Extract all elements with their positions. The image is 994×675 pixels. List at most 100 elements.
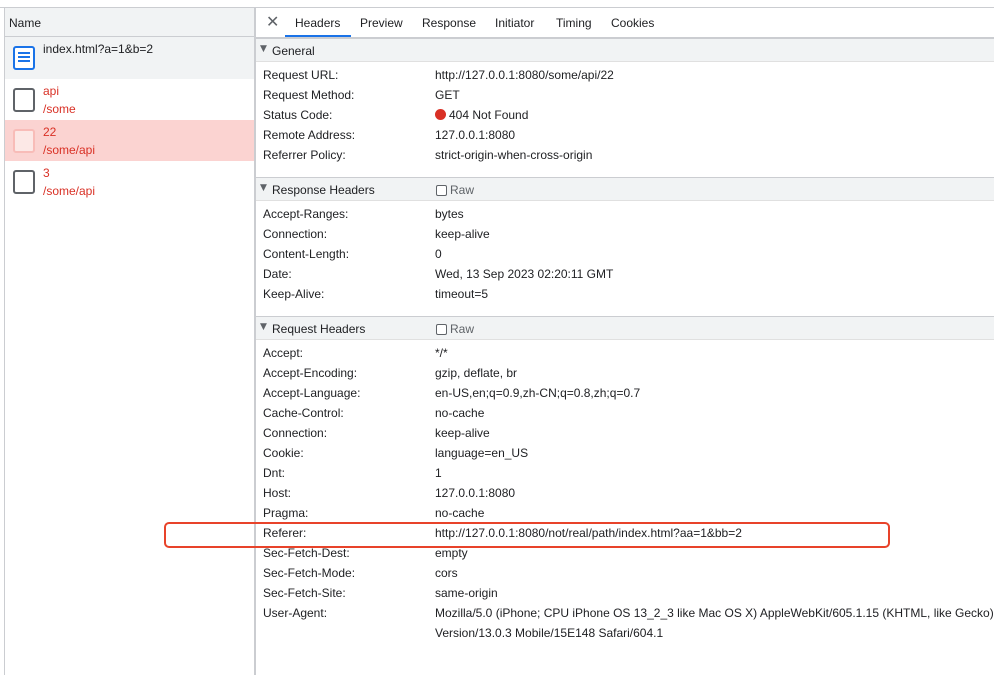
header-key: Content-Length: bbox=[263, 247, 350, 261]
document-icon bbox=[13, 46, 35, 70]
request-path: /some/api bbox=[43, 143, 96, 157]
header-row: Dnt: 1 bbox=[256, 463, 994, 483]
request-headers-section-header[interactable]: ▼ Request Headers Raw bbox=[256, 316, 994, 340]
file-icon bbox=[13, 129, 35, 153]
header-key: Accept-Ranges: bbox=[263, 207, 349, 221]
collapse-triangle-icon: ▼ bbox=[260, 44, 267, 54]
header-value: */* bbox=[435, 346, 448, 360]
collapse-triangle-icon: ▼ bbox=[260, 183, 267, 193]
header-row: User-Agent: Mozilla/5.0 (iPhone; CPU iPh… bbox=[256, 603, 994, 623]
header-value: 0 bbox=[435, 247, 442, 261]
header-key: Request Method: bbox=[263, 88, 355, 102]
raw-toggle[interactable]: Raw bbox=[436, 322, 474, 336]
name-column-label: Name bbox=[9, 16, 42, 30]
header-key: Dnt: bbox=[263, 466, 286, 480]
header-value: cors bbox=[435, 566, 458, 580]
referer-highlight-annotation bbox=[164, 522, 890, 548]
header-key: Connection: bbox=[263, 227, 328, 241]
header-row: Host: 127.0.0.1:8080 bbox=[256, 483, 994, 503]
header-value: Wed, 13 Sep 2023 02:20:11 GMT bbox=[435, 267, 614, 281]
header-row: Date: Wed, 13 Sep 2023 02:20:11 GMT bbox=[256, 264, 994, 284]
header-value: no-cache bbox=[435, 506, 485, 520]
header-value: keep-alive bbox=[435, 227, 490, 241]
header-value: bytes bbox=[435, 207, 464, 221]
request-row-api[interactable]: api /some bbox=[5, 79, 254, 120]
header-row: Sec-Fetch-Mode: cors bbox=[256, 563, 994, 583]
request-list-panel: Name index.html?a=1&b=2 api /some 22 /so… bbox=[4, 8, 255, 675]
file-icon bbox=[13, 88, 35, 112]
top-divider bbox=[0, 0, 994, 8]
header-value: 1 bbox=[435, 466, 442, 480]
checkbox-icon[interactable] bbox=[436, 185, 447, 196]
header-key: Referrer Policy: bbox=[263, 148, 346, 162]
header-row-continuation: Version/13.0.3 Mobile/15E148 Safari/604.… bbox=[256, 623, 994, 643]
file-icon bbox=[13, 170, 35, 194]
header-key: Pragma: bbox=[263, 506, 309, 520]
status-text: 404 Not Found bbox=[449, 108, 529, 122]
request-row-index[interactable]: index.html?a=1&b=2 bbox=[5, 37, 254, 79]
request-details-panel: ✕ Headers Preview Response Initiator Tim… bbox=[255, 8, 994, 675]
request-path: /some/api bbox=[43, 184, 96, 198]
header-key: Keep-Alive: bbox=[263, 287, 325, 301]
header-key: Sec-Fetch-Dest: bbox=[263, 546, 350, 560]
name-column-header[interactable]: Name bbox=[5, 8, 254, 37]
response-headers-section-header[interactable]: ▼ Response Headers Raw bbox=[256, 177, 994, 201]
header-key: Accept-Encoding: bbox=[263, 366, 358, 380]
header-row: Referrer Policy: strict-origin-when-cros… bbox=[256, 145, 994, 165]
header-row: Connection: keep-alive bbox=[256, 423, 994, 443]
status-error-icon bbox=[435, 109, 446, 120]
header-row: Accept: */* bbox=[256, 343, 994, 363]
header-row: Accept-Language: en-US,en;q=0.9,zh-CN;q=… bbox=[256, 383, 994, 403]
header-key: Accept-Language: bbox=[263, 386, 361, 400]
header-key: Cache-Control: bbox=[263, 406, 344, 420]
general-section-header[interactable]: ▼ General bbox=[256, 38, 994, 62]
header-row: Pragma: no-cache bbox=[256, 503, 994, 523]
header-key: Request URL: bbox=[263, 68, 339, 82]
header-row: Cookie: language=en_US bbox=[256, 443, 994, 463]
raw-label: Raw bbox=[450, 322, 475, 336]
raw-label: Raw bbox=[450, 183, 475, 197]
header-key: User-Agent: bbox=[263, 606, 328, 620]
header-key: Remote Address: bbox=[263, 128, 356, 142]
close-icon[interactable]: ✕ bbox=[266, 14, 280, 30]
header-value: Version/13.0.3 Mobile/15E148 Safari/604.… bbox=[435, 626, 664, 640]
tab-headers[interactable]: Headers bbox=[295, 16, 340, 30]
header-row: Accept-Encoding: gzip, deflate, br bbox=[256, 363, 994, 383]
header-value: strict-origin-when-cross-origin bbox=[435, 148, 593, 162]
header-value: GET bbox=[435, 88, 460, 102]
header-row: Request URL: http://127.0.0.1:8080/some/… bbox=[256, 65, 994, 85]
header-value: keep-alive bbox=[435, 426, 490, 440]
header-value: 127.0.0.1:8080 bbox=[435, 128, 516, 142]
header-value: same-origin bbox=[435, 586, 498, 600]
header-value: 127.0.0.1:8080 bbox=[435, 486, 516, 500]
section-title: General bbox=[272, 44, 315, 58]
request-name: index.html?a=1&b=2 bbox=[43, 42, 154, 56]
header-row: Sec-Fetch-Site: same-origin bbox=[256, 583, 994, 603]
header-value: en-US,en;q=0.9,zh-CN;q=0.8,zh;q=0.7 bbox=[435, 386, 641, 400]
header-row: Status Code: 404 Not Found bbox=[256, 105, 994, 125]
header-key: Host: bbox=[263, 486, 292, 500]
active-tab-indicator bbox=[285, 35, 351, 37]
header-key: Date: bbox=[263, 267, 292, 281]
tab-response[interactable]: Response bbox=[422, 16, 476, 30]
header-key: Sec-Fetch-Mode: bbox=[263, 566, 356, 580]
collapse-triangle-icon: ▼ bbox=[260, 322, 267, 332]
header-row: Content-Length: 0 bbox=[256, 244, 994, 264]
raw-toggle[interactable]: Raw bbox=[436, 183, 474, 197]
request-row-22[interactable]: 22 /some/api bbox=[5, 120, 254, 161]
status-value: 404 Not Found bbox=[435, 108, 528, 122]
request-name: api bbox=[43, 84, 60, 98]
header-value: empty bbox=[435, 546, 468, 560]
tab-cookies[interactable]: Cookies bbox=[611, 16, 654, 30]
checkbox-icon[interactable] bbox=[436, 324, 447, 335]
request-path: /some bbox=[43, 102, 76, 116]
section-title: Response Headers bbox=[272, 183, 375, 197]
tab-timing[interactable]: Timing bbox=[556, 16, 592, 30]
tab-preview[interactable]: Preview bbox=[360, 16, 403, 30]
header-key: Status Code: bbox=[263, 108, 333, 122]
header-row: Remote Address: 127.0.0.1:8080 bbox=[256, 125, 994, 145]
header-row: Cache-Control: no-cache bbox=[256, 403, 994, 423]
request-row-3[interactable]: 3 /some/api bbox=[5, 161, 254, 202]
header-row: Connection: keep-alive bbox=[256, 224, 994, 244]
tab-initiator[interactable]: Initiator bbox=[495, 16, 534, 30]
